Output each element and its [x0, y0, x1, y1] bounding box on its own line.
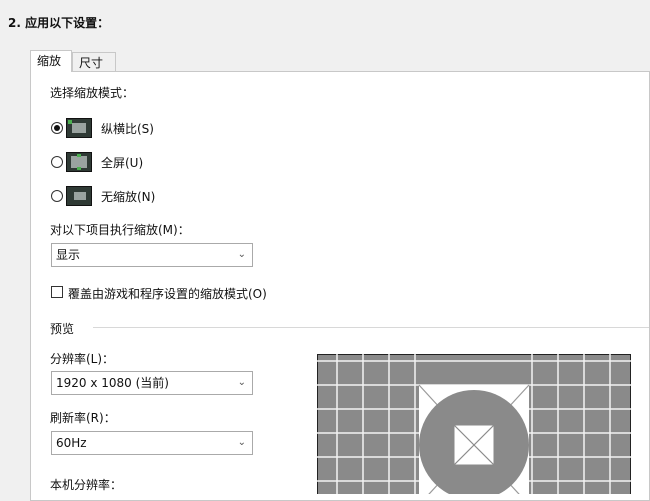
chevron-down-icon: ⌄ — [237, 437, 246, 448]
settings-panel: 选择缩放模式： 纵横比(S) 全屏(U) 无缩放(N) 对以下项目执行缩放(M)… — [30, 71, 650, 501]
preview-label: 预览 — [50, 322, 75, 336]
refresh-rate-value: 60Hz — [56, 436, 87, 450]
no-scaling-radio[interactable] — [51, 190, 63, 202]
chevron-down-icon: ⌄ — [237, 377, 246, 388]
chevron-down-icon: ⌄ — [237, 249, 246, 260]
preview-image — [317, 354, 631, 494]
fullscreen-label[interactable]: 全屏(U) — [101, 154, 143, 171]
perform-on-label: 对以下项目执行缩放(M)： — [50, 223, 190, 237]
resolution-select[interactable]: 1920 x 1080 (当前) ⌄ — [51, 371, 253, 395]
resolution-label: 分辨率(L)： — [50, 352, 115, 366]
no-scaling-label[interactable]: 无缩放(N) — [101, 188, 155, 205]
no-scaling-icon — [66, 186, 92, 206]
perform-on-value: 显示 — [56, 248, 81, 262]
preview-divider — [93, 327, 649, 328]
tab-size[interactable]: 尺寸 — [72, 52, 116, 72]
section-title: 2. 应用以下设置： — [8, 16, 110, 30]
scaling-mode-label: 选择缩放模式： — [50, 86, 135, 100]
aspect-ratio-icon — [66, 118, 92, 138]
fullscreen-icon — [66, 152, 92, 172]
override-checkbox[interactable] — [51, 286, 63, 298]
resolution-value: 1920 x 1080 (当前) — [56, 376, 169, 390]
native-resolution-label: 本机分辨率： — [50, 478, 123, 492]
refresh-rate-label: 刷新率(R)： — [50, 411, 116, 425]
perform-on-select[interactable]: 显示 ⌄ — [51, 243, 253, 267]
override-label[interactable]: 覆盖由游戏和程序设置的缩放模式(O) — [68, 285, 267, 302]
aspect-ratio-radio[interactable] — [51, 122, 63, 134]
aspect-ratio-label[interactable]: 纵横比(S) — [101, 120, 154, 137]
test-pattern-graphic — [317, 354, 631, 494]
refresh-rate-select[interactable]: 60Hz ⌄ — [51, 431, 253, 455]
fullscreen-radio[interactable] — [51, 156, 63, 168]
tab-scaling[interactable]: 缩放 — [30, 50, 72, 72]
